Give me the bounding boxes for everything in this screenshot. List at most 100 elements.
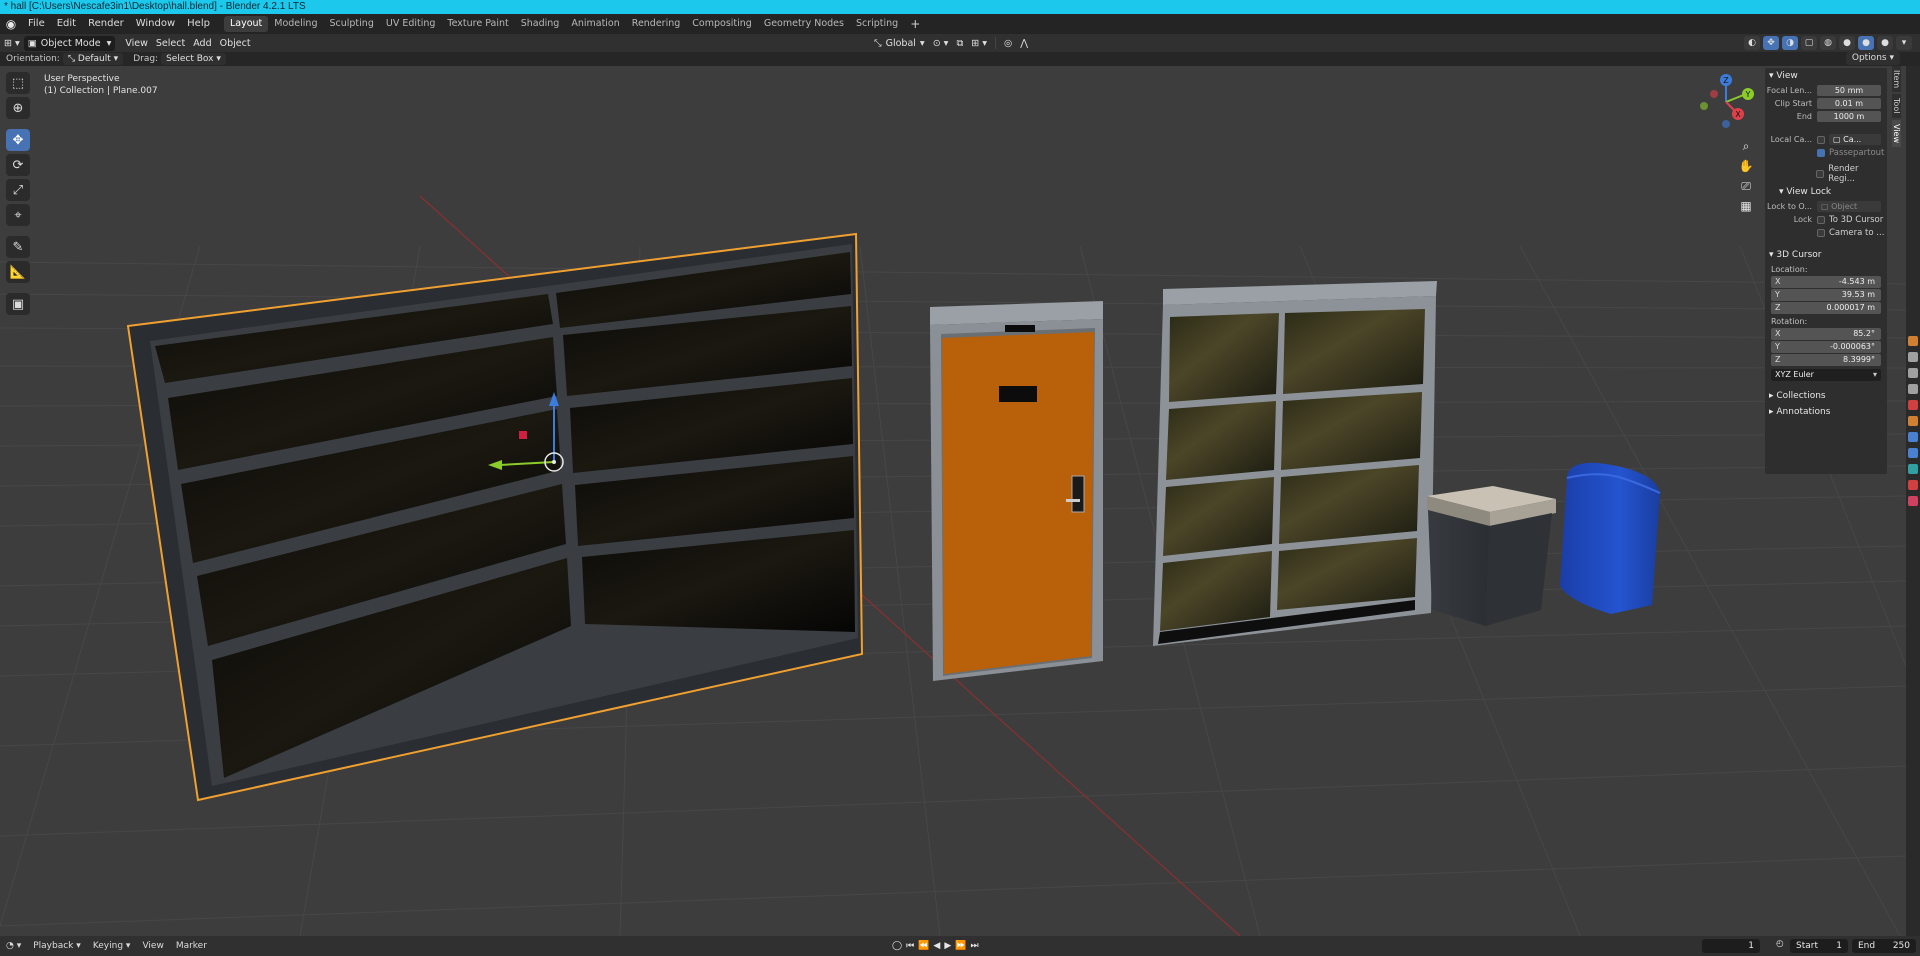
collections-panel-header[interactable]: ▸ Collections [1765, 388, 1887, 404]
cursor-location-y[interactable]: Y 39.53 m [1771, 289, 1881, 301]
menu-playback[interactable]: Playback ▾ [27, 941, 87, 951]
trash-bin-object[interactable] [1427, 486, 1556, 626]
render-properties-icon[interactable] [1908, 352, 1918, 362]
snap-toggle[interactable]: ⧉ [952, 36, 967, 51]
perspective-toggle-button[interactable]: ▦ [1736, 196, 1756, 216]
shading-options-button[interactable]: ▾ [1896, 36, 1912, 50]
tab-texture-paint[interactable]: Texture Paint [441, 16, 514, 32]
tab-uv-editing[interactable]: UV Editing [380, 16, 442, 32]
xray-toggle[interactable]: ▢ [1801, 36, 1817, 50]
camera-view-button[interactable]: ⎚ [1736, 176, 1756, 196]
play-icon[interactable]: ▶ [944, 941, 951, 951]
particles-properties-icon[interactable] [1908, 448, 1918, 458]
falloff-button[interactable]: ⋀ [1016, 36, 1032, 51]
lock-to-cursor-checkbox[interactable] [1817, 215, 1825, 224]
jump-keyframe-back-icon[interactable]: ⏪ [918, 941, 929, 951]
jump-end-icon[interactable]: ⏭ [970, 941, 978, 951]
menu-edit[interactable]: Edit [51, 14, 82, 34]
view-lock-panel-header[interactable]: ▾ View Lock [1765, 184, 1887, 200]
rotation-mode-dropdown[interactable]: XYZ Euler ▾ [1771, 369, 1881, 381]
annotate-tool[interactable]: ✎ [6, 236, 30, 258]
menu-help[interactable]: Help [181, 14, 216, 34]
pan-button[interactable]: ✋ [1736, 156, 1756, 176]
orientation-dropdown[interactable]: ⤡ Default ▾ [62, 53, 124, 65]
lock-to-object-field[interactable]: ▢ Object [1817, 201, 1881, 212]
zoom-button[interactable]: ⌕ [1736, 136, 1756, 156]
move-tool[interactable]: ✥ [6, 129, 30, 151]
output-properties-icon[interactable] [1908, 368, 1918, 378]
record-icon[interactable]: ◯ [892, 941, 902, 951]
scene-canvas[interactable] [0, 66, 1906, 936]
menu-window[interactable]: Window [130, 14, 181, 34]
tab-sculpting[interactable]: Sculpting [323, 16, 379, 32]
mailbox-object[interactable] [1560, 462, 1661, 614]
transform-tool[interactable]: ⌖ [6, 204, 30, 226]
overlay-toggle[interactable]: ◑ [1782, 36, 1798, 50]
menu-select[interactable]: Select [152, 36, 189, 51]
camera-to-view-checkbox[interactable] [1817, 228, 1825, 237]
stopwatch-icon[interactable]: ◴ [1776, 939, 1784, 949]
visibility-button[interactable]: ◐ [1744, 36, 1760, 50]
navigation-gizmo[interactable]: Z Y X [1696, 74, 1756, 132]
drag-dropdown[interactable]: Select Box ▾ [161, 53, 226, 65]
constraints-properties-icon[interactable] [1908, 480, 1918, 490]
clip-end-field[interactable]: 1000 m [1817, 111, 1881, 122]
tab-rendering[interactable]: Rendering [626, 16, 687, 32]
sidebar-tab-tool[interactable]: Tool [1892, 94, 1901, 118]
local-camera-checkbox[interactable] [1817, 135, 1825, 144]
view-panel-header[interactable]: ▾ View [1765, 68, 1887, 84]
cursor-rotation-y[interactable]: Y -0.000063° [1771, 341, 1881, 353]
menu-render[interactable]: Render [82, 14, 130, 34]
annotations-panel-header[interactable]: ▸ Annotations [1765, 404, 1887, 420]
local-camera-field[interactable]: ▢ Ca... [1829, 134, 1881, 145]
tab-scripting[interactable]: Scripting [850, 16, 904, 32]
view-layer-properties-icon[interactable] [1908, 384, 1918, 394]
add-workspace-button[interactable]: + [904, 17, 926, 31]
tab-shading[interactable]: Shading [515, 16, 566, 32]
pivot-point-button[interactable]: ⊙ ▾ [929, 36, 953, 51]
snap-target-button[interactable]: ⊞ ▾ [967, 36, 991, 51]
select-box-tool[interactable]: ⬚ [6, 72, 30, 94]
tab-animation[interactable]: Animation [565, 16, 625, 32]
material-properties-icon[interactable] [1908, 496, 1918, 506]
options-dropdown[interactable]: Options ▾ [1845, 52, 1900, 65]
gizmo-toggle[interactable]: ✥ [1763, 36, 1779, 50]
sidebar-tab-view[interactable]: View [1892, 119, 1901, 147]
modifier-properties-icon[interactable] [1908, 432, 1918, 442]
play-reverse-icon[interactable]: ◀ [933, 941, 940, 951]
add-cube-tool[interactable]: ▣ [6, 293, 30, 315]
wireframe-shading-button[interactable]: ◍ [1820, 36, 1836, 50]
clip-start-field[interactable]: 0.01 m [1817, 98, 1881, 109]
proportional-edit-toggle[interactable]: ◎ [1000, 36, 1016, 51]
sidebar-tab-item[interactable]: Item [1892, 66, 1901, 93]
physics-properties-icon[interactable] [1908, 464, 1918, 474]
scene-properties-icon[interactable] [1908, 400, 1918, 410]
menu-view[interactable]: View [121, 36, 152, 51]
object-properties-icon[interactable] [1908, 416, 1918, 426]
mode-dropdown[interactable]: ▣ Object Mode ▾ [23, 35, 116, 51]
tab-layout[interactable]: Layout [223, 16, 269, 32]
menu-keying[interactable]: Keying ▾ [87, 941, 137, 951]
menu-add[interactable]: Add [189, 36, 215, 51]
tool-properties-icon[interactable] [1908, 336, 1918, 346]
menu-marker[interactable]: Marker [170, 941, 213, 951]
door-object[interactable] [930, 301, 1103, 681]
rendered-shading-button[interactable]: ● [1877, 36, 1893, 50]
blender-logo-icon[interactable]: ◉ [0, 17, 22, 31]
current-frame-field[interactable]: 1 [1702, 939, 1760, 953]
menu-file[interactable]: File [22, 14, 51, 34]
glass-wall-panel[interactable] [126, 232, 864, 802]
jump-keyframe-forward-icon[interactable]: ⏩ [955, 941, 966, 951]
passepartout-checkbox[interactable] [1817, 148, 1825, 157]
start-frame-field[interactable]: Start 1 [1790, 939, 1848, 953]
3d-viewport[interactable]: User Perspective (1) Collection | Plane.… [0, 66, 1920, 936]
solid-shading-button[interactable]: ● [1839, 36, 1855, 50]
focal-length-field[interactable]: 50 mm [1817, 85, 1881, 96]
3d-cursor-panel-header[interactable]: ▾ 3D Cursor [1765, 247, 1887, 263]
cursor-tool[interactable]: ⊕ [6, 97, 30, 119]
jump-start-icon[interactable]: ⏮ [906, 941, 914, 951]
menu-object[interactable]: Object [216, 36, 255, 51]
scale-tool[interactable]: ⤢ [6, 179, 30, 201]
transform-orientation-dropdown[interactable]: ⤡ Global ▾ [870, 36, 929, 51]
render-region-checkbox[interactable] [1816, 169, 1825, 178]
